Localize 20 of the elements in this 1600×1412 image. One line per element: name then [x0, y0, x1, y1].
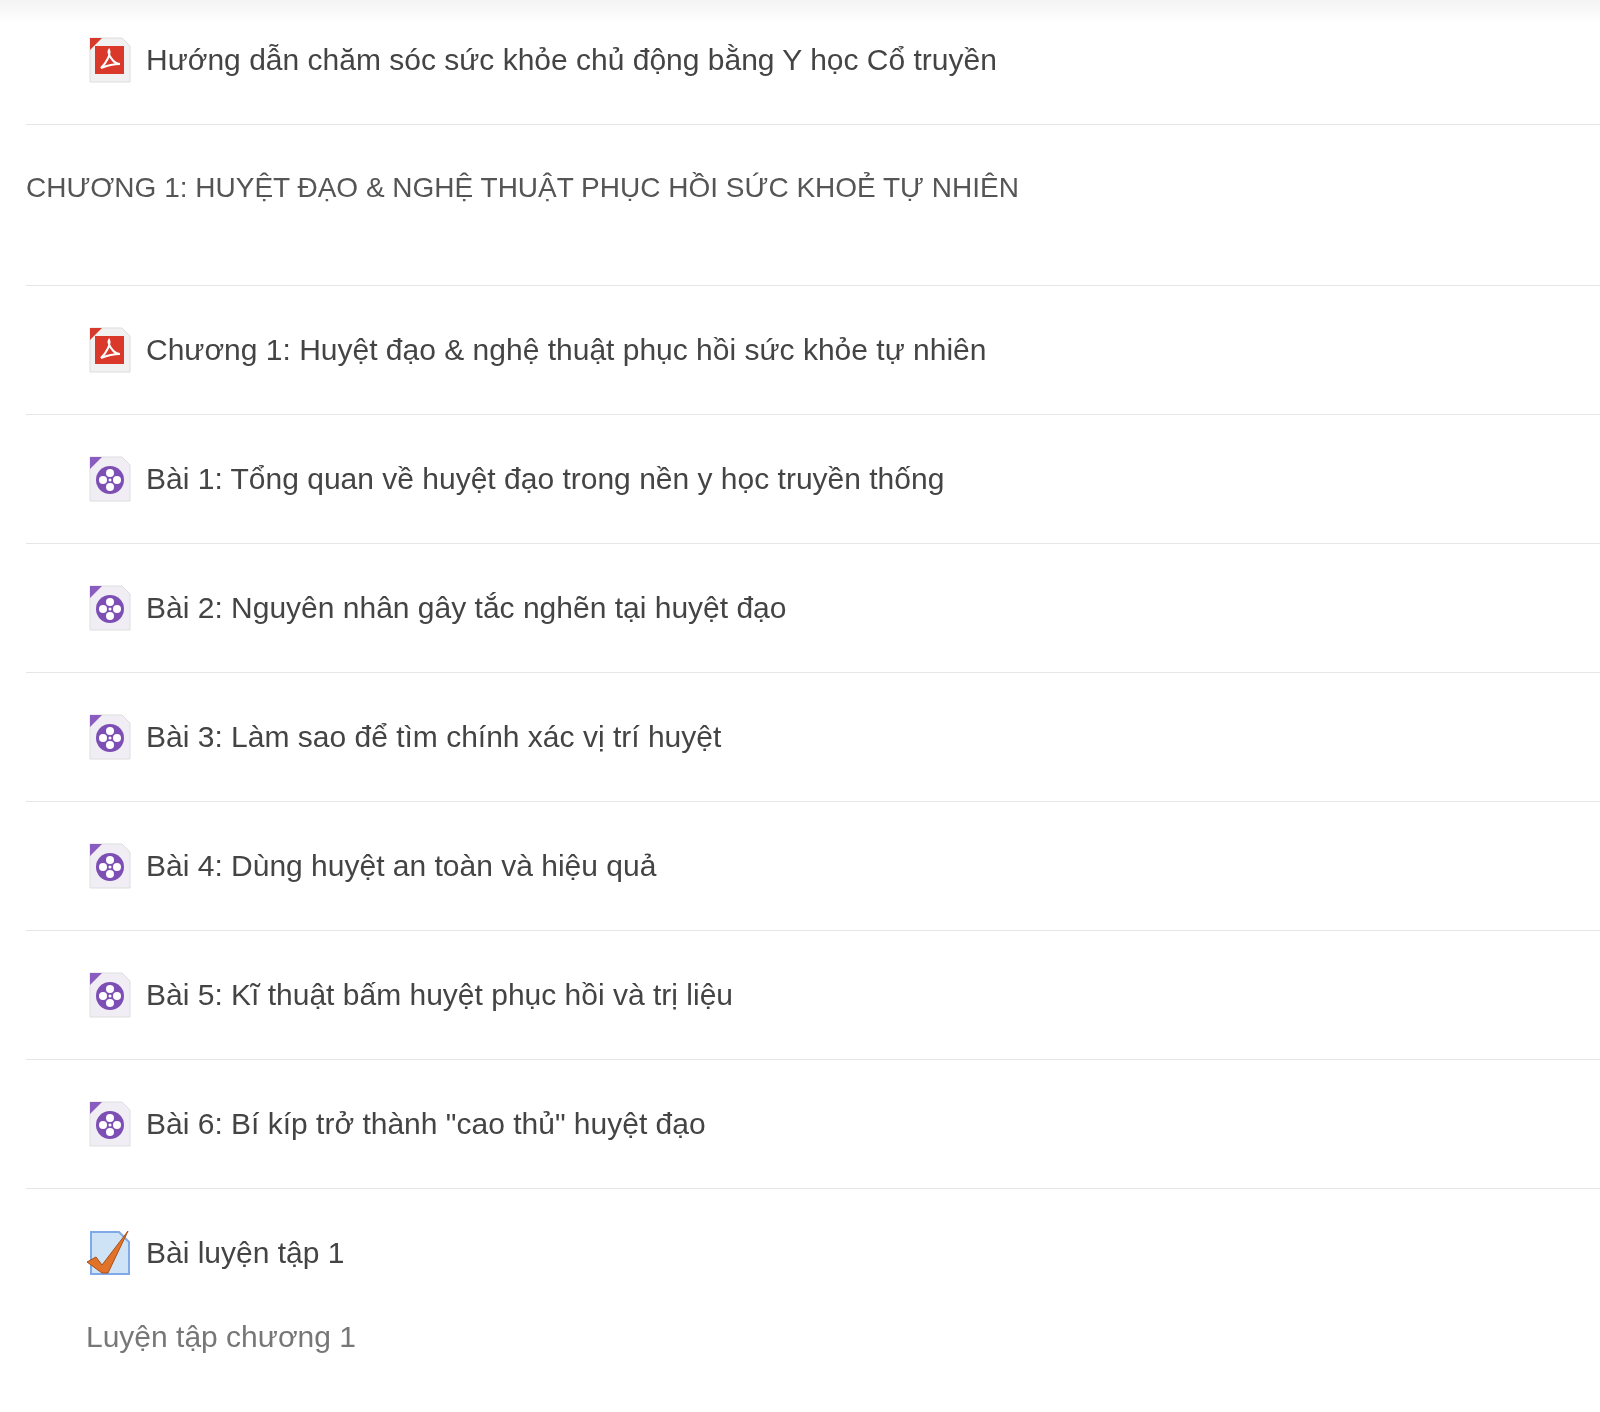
film-reel-icon — [86, 455, 132, 503]
activity-link[interactable]: Bài 2: Nguyên nhân gây tắc nghẽn tại huyệt đạo — [146, 588, 787, 628]
film-reel-icon — [86, 842, 132, 890]
activity-link[interactable]: Bài 3: Làm sao để tìm chính xác vị trí huyệt — [146, 717, 722, 757]
activity-link[interactable]: Bài 1: Tổng quan về huyệt đạo trong nền y học truyền thống — [146, 459, 945, 499]
checked-document-icon — [86, 1229, 132, 1277]
film-reel-icon — [86, 584, 132, 632]
pdf-file-icon — [86, 36, 132, 84]
film-reel-icon — [86, 713, 132, 761]
activity-link[interactable]: Bài 5: Kĩ thuật bấm huyệt phục hồi và trị liệu — [146, 975, 733, 1015]
activity-link[interactable]: Bài 4: Dùng huyệt an toàn và hiệu quả — [146, 846, 657, 886]
activity-link[interactable]: Chương 1: Huyệt đạo & nghệ thuật phục hồi sức khỏe tự nhiên — [146, 330, 987, 370]
activity-link[interactable]: Bài 6: Bí kíp trở thành "cao thủ" huyệt đạo — [146, 1104, 706, 1144]
section-title: CHƯƠNG 1: HUYỆT ĐẠO & NGHỆ THUẬT PHỤC HỒI SỨC KHOẺ TỰ NHIÊN — [26, 171, 1020, 205]
pdf-file-icon — [86, 326, 132, 374]
activity-link[interactable]: Hướng dẫn chăm sóc sức khỏe chủ động bằng Y học Cổ truyền — [146, 40, 997, 80]
activity-description: Luyện tập chương 1 — [86, 1319, 357, 1355]
film-reel-icon — [86, 1100, 132, 1148]
film-reel-icon — [86, 971, 132, 1019]
activity-link[interactable]: Bài luyện tập 1 — [146, 1233, 345, 1273]
